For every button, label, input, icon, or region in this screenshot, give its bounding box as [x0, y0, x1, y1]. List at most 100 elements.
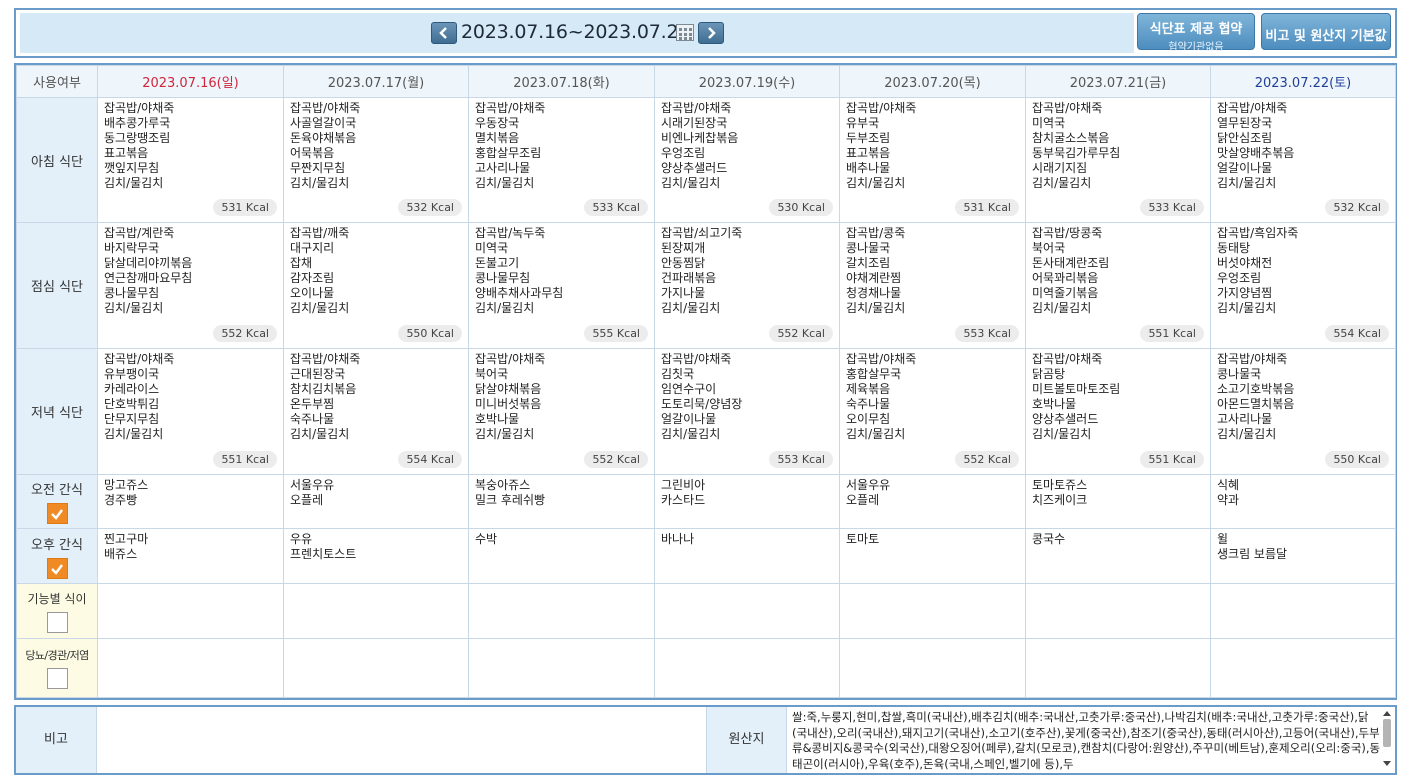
am-snack-cell[interactable]: 망고쥬스 경주빵	[97, 474, 284, 529]
diabetes-cell[interactable]	[283, 638, 469, 698]
functional-diet-checkbox[interactable]	[46, 611, 68, 633]
pm-snack-cell[interactable]: 토마토	[839, 528, 1026, 584]
breakfast-cell[interactable]: 잡곡밥/야채죽 유부국 두부조림 표고볶음 배추나물 김치/물김치 531 Kcal	[839, 97, 1026, 223]
functional-cell[interactable]	[283, 583, 469, 639]
menu-item: 잡곡밥/야채죽	[1032, 352, 1103, 366]
dinner-cell[interactable]: 잡곡밥/야채죽 김칫국 임연수구이 도토리묵/양념장 얼갈이나물 김치/물김치 553 Kc…	[654, 348, 840, 475]
am-snack-cell[interactable]: 복숭아쥬스 밀크 후레쉬빵	[468, 474, 655, 529]
menu-item: 잡곡밥/야채죽	[846, 352, 917, 366]
menu-item: 잡곡밥/흑임자죽	[1217, 226, 1299, 240]
am-snack-cell[interactable]: 서울우유 오플레	[839, 474, 1026, 529]
prev-week-button[interactable]	[431, 22, 457, 44]
functional-cell[interactable]	[1210, 583, 1396, 639]
menu-item: 맛살양배추볶음	[1217, 146, 1295, 160]
menu-item: 경주빵	[104, 493, 138, 507]
menu-item: 잡곡밥/야채죽	[1217, 101, 1288, 115]
weekly-menu-table: 사용여부 2023.07.16(일) 2023.07.17(월) 2023.07…	[14, 63, 1397, 700]
menu-item: 양상추샐러드	[661, 161, 728, 175]
dinner-cell[interactable]: 잡곡밥/야채죽 닭곰탕 미트볼토마토조림 호박나물 양상추샐러드 김치/물김치 551 Kc…	[1025, 348, 1211, 475]
lunch-cell[interactable]: 잡곡밥/흑임자죽 동태탕 버섯야채전 우엉조림 가지양념찜 김치/물김치 554 Kcal	[1210, 222, 1396, 349]
week-navigation-bar: 2023.07.16~2023.07.22 식단표 제공 협약 협약기관없음 비…	[14, 8, 1397, 58]
am-snack-cell[interactable]: 그린비아 카스타드	[654, 474, 840, 529]
origin-scrollbar[interactable]	[1382, 711, 1392, 771]
lunch-cell[interactable]: 잡곡밥/계란죽 바지락무국 닭살데리야끼볶음 연근참깨마요무침 콩나물무침 김치/물김치 5…	[97, 222, 284, 349]
breakfast-cell[interactable]: 잡곡밥/야채죽 사골얼갈이국 돈육야채볶음 어묵볶음 무짠지무침 김치/물김치 532 Kc…	[283, 97, 469, 223]
dinner-cell[interactable]: 잡곡밥/야채죽 홍합살무국 제육볶음 숙주나물 오이무침 김치/물김치 552 Kcal	[839, 348, 1026, 475]
diabetes-cell[interactable]	[654, 638, 840, 698]
menu-item: 잡곡밥/콩죽	[846, 226, 906, 240]
lunch-label: 점심 식단	[16, 222, 98, 349]
functional-cell[interactable]	[1025, 583, 1211, 639]
menu-item: 약과	[1217, 493, 1240, 507]
breakfast-cell[interactable]: 잡곡밥/야채죽 미역국 참치굴소스볶음 동부묵김가루무침 시래기지짐 김치/물김치 533 …	[1025, 97, 1211, 223]
functional-cell[interactable]	[468, 583, 655, 639]
pm-snack-cell[interactable]: 콩국수	[1025, 528, 1211, 584]
dinner-cell[interactable]: 잡곡밥/야채죽 북어국 닭살야채볶음 미니버섯볶음 호박나물 김치/물김치 552 Kcal	[468, 348, 655, 475]
lunch-cell[interactable]: 잡곡밥/쇠고기죽 된장찌개 안동찜닭 건파래볶음 가지나물 김치/물김치 552 Kcal	[654, 222, 840, 349]
menu-item: 표고볶음	[846, 146, 891, 160]
remarks-origin-default-button[interactable]: 비고 및 원산지 기본값	[1261, 13, 1391, 50]
lunch-cell[interactable]: 잡곡밥/콩죽 콩나물국 갈치조림 야채계란찜 청경채나물 김치/물김치 553 Kcal	[839, 222, 1026, 349]
menu-item: 두부조림	[846, 131, 891, 145]
am-snack-cell[interactable]: 서울우유 오플레	[283, 474, 469, 529]
breakfast-cell[interactable]: 잡곡밥/야채죽 시래기된장국 비엔나케찹볶음 우엉조림 양상추샐러드 김치/물김치 530 …	[654, 97, 840, 223]
menu-item: 잡곡밥/계란죽	[104, 226, 175, 240]
am-snack-cell[interactable]: 토마토쥬스 치즈케이크	[1025, 474, 1211, 529]
remarks-input[interactable]	[98, 707, 706, 773]
pm-snack-checkbox[interactable]	[46, 557, 68, 579]
menu-item: 미트볼토마토조림	[1032, 382, 1121, 396]
next-week-button[interactable]	[698, 22, 724, 44]
diabetes-diet-label-cell: 당뇨/경관/저염	[16, 638, 98, 698]
breakfast-cell[interactable]: 잡곡밥/야채죽 우동장국 멸치볶음 홍합살무조림 고사리나물 김치/물김치 533 Kcal	[468, 97, 655, 223]
scroll-thumb[interactable]	[1383, 719, 1391, 747]
functional-cell[interactable]	[839, 583, 1026, 639]
menu-item: 어묵볶음	[290, 146, 335, 160]
meal-contract-button[interactable]: 식단표 제공 협약 협약기관없음	[1137, 13, 1255, 53]
pm-snack-cell[interactable]: 바나나	[654, 528, 840, 584]
menu-item: 콩나물무침	[475, 271, 531, 285]
menu-item: 콩나물국	[846, 241, 891, 255]
menu-item: 김치/물김치	[104, 301, 164, 315]
diabetes-cell[interactable]	[97, 638, 284, 698]
menu-item: 잡곡밥/녹두죽	[475, 226, 546, 240]
am-snack-checkbox[interactable]	[46, 503, 68, 524]
pm-snack-cell[interactable]: 수박	[468, 528, 655, 584]
breakfast-cell[interactable]: 잡곡밥/야채죽 열무된장국 닭안심조림 맛살양배추볶음 얼갈이나물 김치/물김치 532 K…	[1210, 97, 1396, 223]
functional-cell[interactable]	[654, 583, 840, 639]
kcal-badge: 555 Kcal	[584, 325, 648, 342]
calendar-icon[interactable]	[676, 24, 694, 41]
diabetes-diet-checkbox[interactable]	[46, 668, 68, 689]
functional-diet-label-cell: 기능별 식이	[16, 583, 98, 639]
menu-item: 카스타드	[661, 493, 706, 507]
diabetes-cell[interactable]	[468, 638, 655, 698]
diabetes-cell[interactable]	[839, 638, 1026, 698]
pm-snack-label: 오후 간식	[31, 537, 83, 553]
kcal-badge: 551 Kcal	[213, 451, 277, 468]
dinner-cell[interactable]: 잡곡밥/야채죽 유부팽이국 카레라이스 단호박튀김 단무지무침 김치/물김치 551 Kca…	[97, 348, 284, 475]
scroll-down-icon[interactable]	[1383, 761, 1391, 766]
menu-item: 콩국수	[1032, 532, 1066, 546]
menu-item: 온두부찜	[290, 397, 335, 411]
pm-snack-cell[interactable]: 우유 프렌치토스트	[283, 528, 469, 584]
menu-item: 감자조림	[290, 271, 335, 285]
pm-snack-cell[interactable]: 찐고구마 배쥬스	[97, 528, 284, 584]
origin-textarea[interactable]: 쌀:죽,누룽지,현미,찹쌀,흑미(국내산),배추김치(배추:국내산,고춧가루:중…	[792, 710, 1382, 772]
pm-snack-cell[interactable]: 윌 생크림 보름달	[1210, 528, 1396, 584]
functional-cell[interactable]	[97, 583, 284, 639]
am-snack-cell[interactable]: 식혜 약과	[1210, 474, 1396, 529]
lunch-cell[interactable]: 잡곡밥/녹두죽 미역국 돈불고기 콩나물무침 양배추채사과무침 김치/물김치 555 Kca…	[468, 222, 655, 349]
menu-item: 김치/물김치	[290, 301, 350, 315]
menu-item: 얼갈이나물	[661, 412, 717, 426]
usage-column-header: 사용여부	[16, 65, 98, 98]
dinner-cell[interactable]: 잡곡밥/야채죽 콩나물국 소고기호박볶음 아몬드멸치볶음 고사리나물 김치/물김치 550 …	[1210, 348, 1396, 475]
lunch-cell[interactable]: 잡곡밥/깨죽 대구지리 잡채 감자조림 오이나물 김치/물김치 550 Kcal	[283, 222, 469, 349]
breakfast-cell[interactable]: 잡곡밥/야채죽 배추콩가루국 동그랑땡조림 표고볶음 깻잎지무침 김치/물김치 531 Kc…	[97, 97, 284, 223]
lunch-cell[interactable]: 잡곡밥/땅콩죽 북어국 돈사태계란조림 어묵꽈리볶음 미역줄기볶음 김치/물김치 551 K…	[1025, 222, 1211, 349]
diabetes-cell[interactable]	[1025, 638, 1211, 698]
menu-item: 우엉조림	[1217, 271, 1262, 285]
menu-item: 미역줄기볶음	[1032, 286, 1099, 300]
diabetes-cell[interactable]	[1210, 638, 1396, 698]
scroll-up-icon[interactable]	[1383, 711, 1391, 716]
dinner-cell[interactable]: 잡곡밥/야채죽 근대된장국 참치김치볶음 온두부찜 숙주나물 김치/물김치 554 Kcal	[283, 348, 469, 475]
menu-item: 동태탕	[1217, 241, 1251, 255]
